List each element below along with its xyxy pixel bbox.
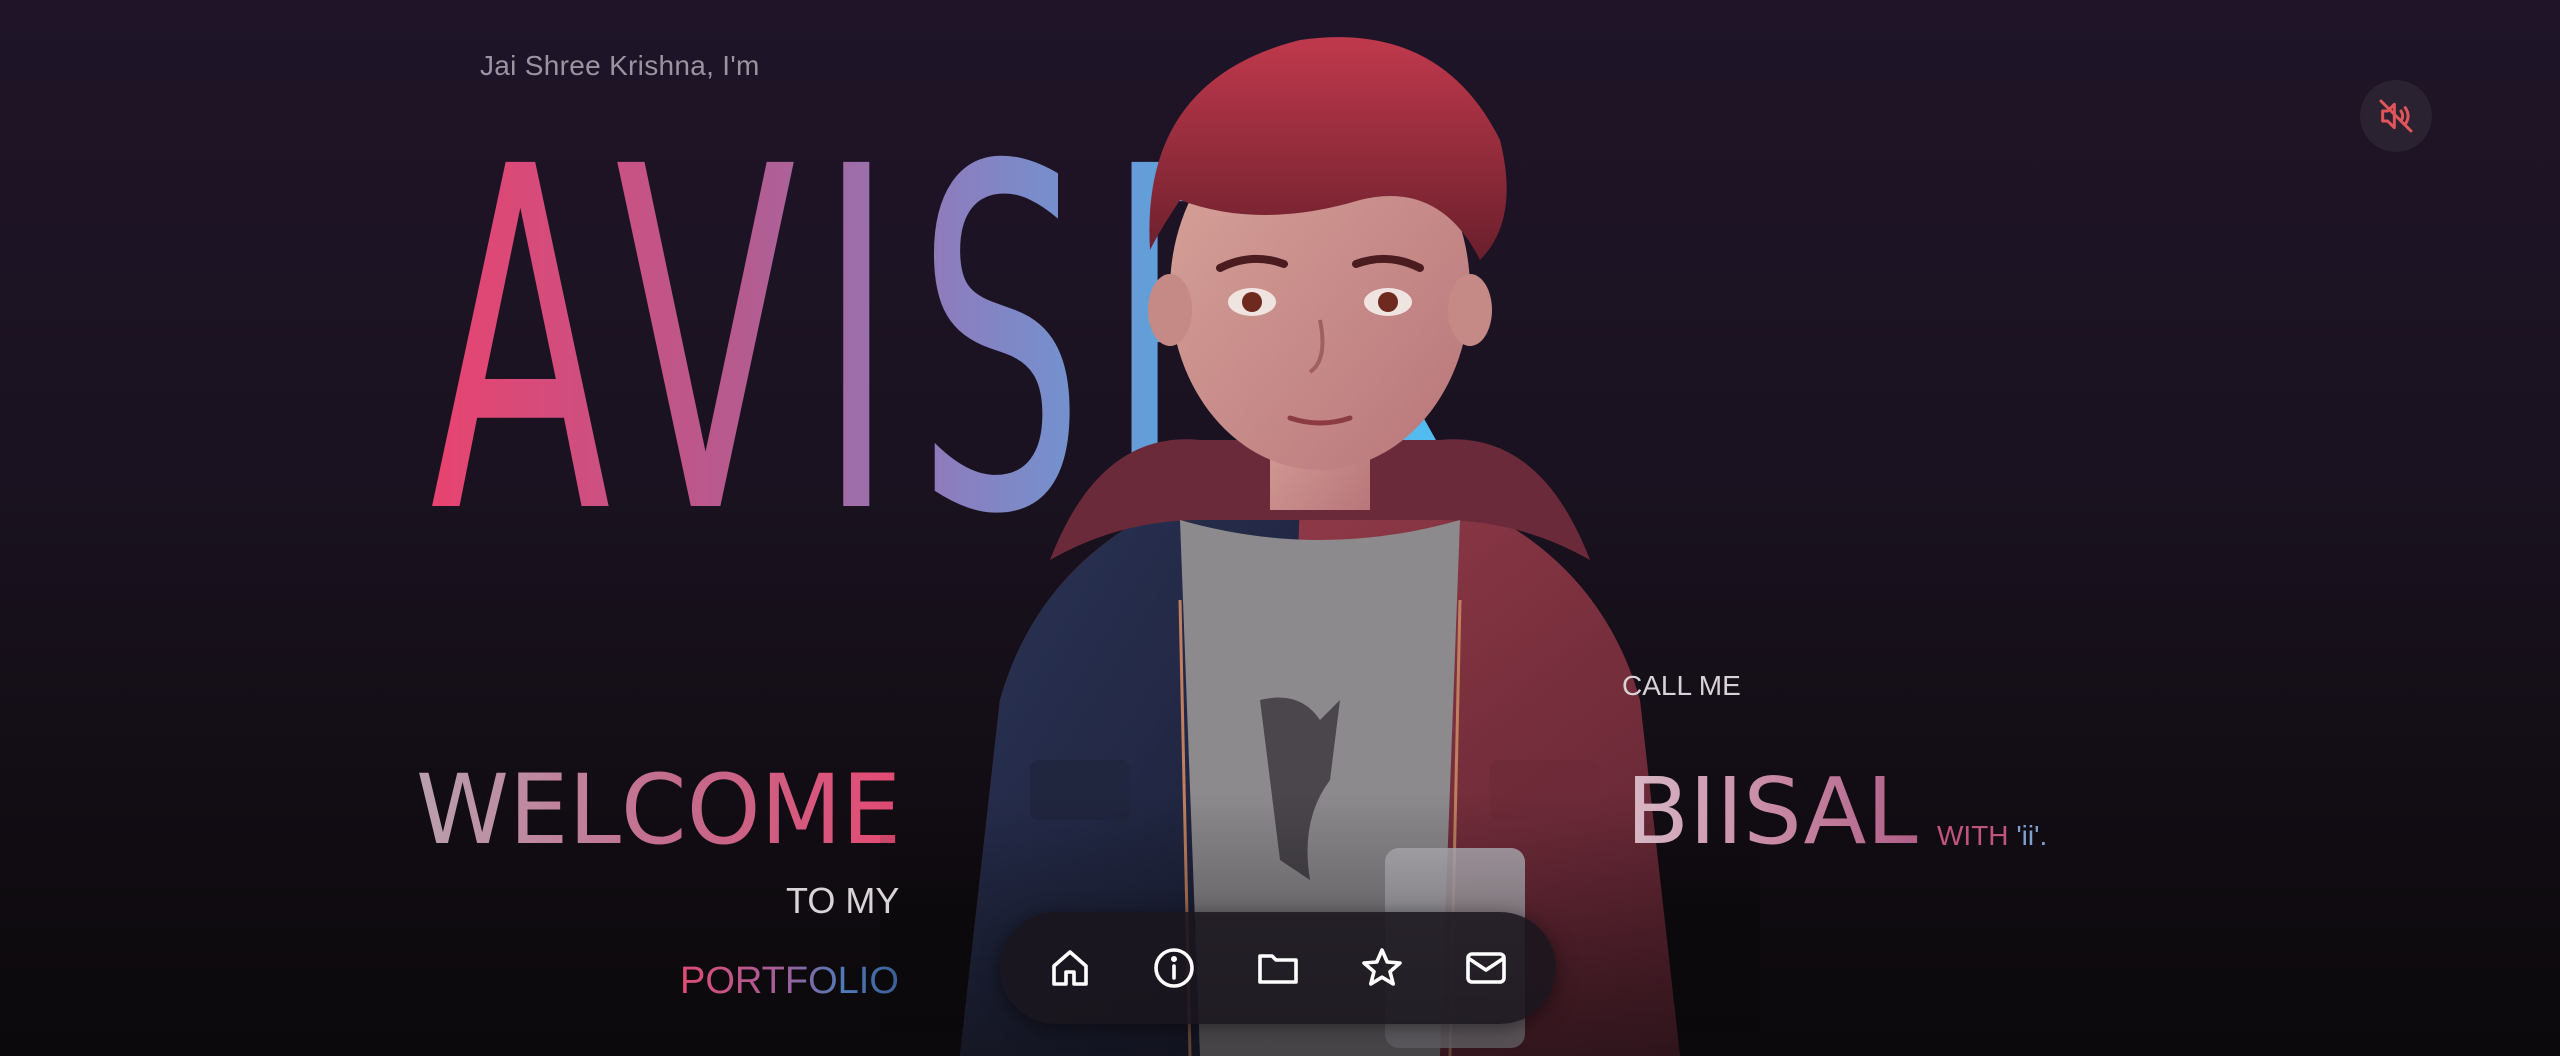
nav-about-button[interactable]	[1138, 932, 1210, 1004]
nav-projects-button[interactable]	[1242, 932, 1314, 1004]
welcome-heading: WELCOME	[416, 754, 902, 866]
home-icon	[1052, 950, 1088, 986]
to-my-text: TO MY	[786, 880, 900, 921]
mute-toggle-button[interactable]	[2360, 80, 2432, 152]
avatar-illustration	[880, 0, 1760, 1056]
nav-home-button[interactable]	[1034, 932, 1106, 1004]
nickname-note-suffix: 'ii'.	[2016, 820, 2048, 851]
call-me-text: CALL ME	[1622, 670, 1741, 701]
bottom-nav-dock	[1000, 912, 1556, 1024]
mail-icon	[1466, 952, 1506, 984]
info-icon	[1154, 948, 1194, 988]
nickname-note: WITH 'ii'.	[1937, 820, 2047, 852]
portfolio-text: PORTFOLIO	[680, 960, 899, 1002]
nickname-note-prefix: WITH	[1937, 820, 2017, 851]
volume-muted-icon	[2379, 99, 2413, 133]
nav-contact-button[interactable]	[1450, 932, 1522, 1004]
nickname-heading: BIISAL	[1626, 758, 1918, 865]
star-icon	[1362, 948, 1402, 986]
nav-skills-button[interactable]	[1346, 932, 1418, 1004]
folder-icon	[1258, 954, 1298, 984]
